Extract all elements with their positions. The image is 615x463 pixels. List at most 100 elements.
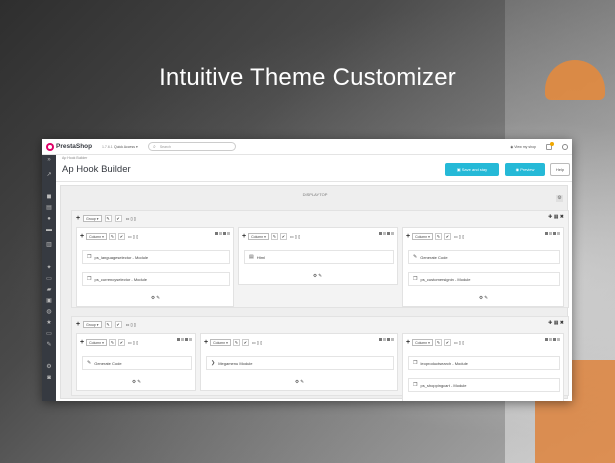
- pencil-icon[interactable]: ✎: [104, 321, 112, 328]
- breadcrumb[interactable]: Ap Hook Builder: [62, 156, 87, 160]
- plus-icon[interactable]: +: [80, 233, 84, 240]
- widget-item[interactable]: ❐ leoproductsearch - Module: [408, 356, 560, 370]
- widget-item[interactable]: ✎ Generate Code: [82, 356, 192, 370]
- preview-button[interactable]: ◉ Preview: [505, 163, 545, 176]
- column-width-controls[interactable]: [545, 232, 560, 235]
- widget-item[interactable]: ❯ Megamenu Module: [206, 356, 394, 370]
- widget-label: Html: [256, 254, 265, 260]
- group-row: + Group ▾ ✎ ✔ ▭ ▯ ▯ ✚ ▦ ✖ + Column ▾ ✎ ✔…: [71, 210, 569, 308]
- column-footer-icons[interactable]: ⚙ ✎: [132, 379, 141, 385]
- check-icon[interactable]: ✔: [443, 339, 451, 346]
- device-icons[interactable]: ▭ ▯ ▯: [126, 322, 136, 327]
- column-width-controls[interactable]: [379, 338, 394, 341]
- device-icons[interactable]: ▭ ▯ ▯: [252, 340, 262, 345]
- widget-item[interactable]: ❐ ps_shoppingcart - Module: [408, 378, 560, 392]
- check-icon[interactable]: ✔: [114, 321, 122, 328]
- orders-icon[interactable]: ◼: [45, 193, 53, 201]
- customers-icon[interactable]: ●: [45, 215, 53, 223]
- pencil-icon[interactable]: ✎: [104, 215, 112, 222]
- hook-title: DISPLAYTOP: [302, 192, 328, 197]
- device-icons[interactable]: ▭ ▯ ▯: [128, 234, 138, 239]
- international-icon[interactable]: ◍: [45, 308, 53, 316]
- stats-icon[interactable]: ▥: [45, 241, 53, 249]
- catalog-icon[interactable]: ▤: [45, 204, 53, 212]
- widget-item[interactable]: ❐ ps_languageselector - Module: [82, 250, 230, 264]
- widget-item[interactable]: ▤ Html: [244, 250, 394, 264]
- plus-icon[interactable]: +: [80, 339, 84, 346]
- check-icon[interactable]: ✔: [117, 233, 125, 240]
- column-footer-icons[interactable]: ⚙ ✎: [151, 295, 160, 301]
- edit-icon[interactable]: ✎: [45, 341, 53, 349]
- device-icons[interactable]: ▭ ▯ ▯: [126, 216, 136, 221]
- column-select[interactable]: Column ▾: [86, 233, 107, 240]
- search-input[interactable]: ⌕ Search: [148, 142, 236, 151]
- pencil-icon[interactable]: ✎: [270, 233, 278, 240]
- settings-icon[interactable]: ⚙: [45, 363, 53, 371]
- pencil-icon[interactable]: ✎: [434, 233, 442, 240]
- version-label: 1.7.6.1: [102, 144, 113, 149]
- service-icon[interactable]: ▬: [45, 226, 53, 234]
- group-select[interactable]: Group ▾: [83, 321, 102, 328]
- folder-icon[interactable]: ▭: [45, 330, 53, 338]
- widget-item[interactable]: ❐ ps_customersignin - Module: [408, 272, 560, 286]
- column-width-controls[interactable]: [545, 338, 560, 341]
- plus-icon[interactable]: +: [242, 233, 246, 240]
- code-icon: ✎: [87, 360, 92, 366]
- check-icon[interactable]: ✔: [241, 339, 249, 346]
- payment-icon[interactable]: ▣: [45, 297, 53, 305]
- group-select[interactable]: Group ▾: [83, 215, 102, 222]
- star-icon[interactable]: ★: [45, 319, 53, 327]
- shipping-icon[interactable]: ▰: [45, 286, 53, 294]
- column-select[interactable]: Column ▾: [86, 339, 107, 346]
- plus-icon[interactable]: +: [76, 215, 80, 222]
- widget-item[interactable]: ❐ ps_currencyselector - Module: [82, 272, 230, 286]
- prestashop-logo[interactable]: PrestaShop: [46, 142, 102, 151]
- pencil-icon[interactable]: ✎: [232, 339, 240, 346]
- check-icon[interactable]: ✔: [114, 215, 122, 222]
- pencil-icon[interactable]: ✎: [434, 339, 442, 346]
- device-icons[interactable]: ▭ ▯ ▯: [454, 234, 464, 239]
- save-and-stay-button[interactable]: ▣ Save and stay: [445, 163, 499, 176]
- device-icons[interactable]: ▭ ▯ ▯: [128, 340, 138, 345]
- notification-badge: [550, 141, 554, 146]
- column-select[interactable]: Column ▾: [210, 339, 231, 346]
- column-footer-icons[interactable]: ⚙ ✎: [479, 295, 488, 301]
- user-icon[interactable]: [562, 143, 568, 150]
- check-icon[interactable]: ✔: [279, 233, 287, 240]
- bell-icon[interactable]: [546, 141, 554, 150]
- column-footer-icons[interactable]: ⚙ ✎: [295, 379, 304, 385]
- column-select[interactable]: Column ▾: [412, 339, 433, 346]
- column-footer-icons[interactable]: ⚙ ✎: [313, 273, 322, 279]
- plus-icon[interactable]: +: [406, 233, 410, 240]
- check-icon[interactable]: ✔: [443, 233, 451, 240]
- view-shop-link[interactable]: ◉ View my shop: [510, 145, 536, 149]
- column-select[interactable]: Column ▾: [248, 233, 269, 240]
- check-icon[interactable]: ✔: [117, 339, 125, 346]
- group-actions[interactable]: ✚ ▦ ✖: [548, 214, 564, 220]
- html-icon: ▤: [249, 254, 254, 260]
- advanced-icon[interactable]: ◙: [45, 374, 53, 382]
- plus-icon[interactable]: +: [406, 339, 410, 346]
- widget-item[interactable]: ✎ Generate Code: [408, 250, 560, 264]
- group-actions[interactable]: ✚ ▦ ✖: [548, 320, 564, 326]
- plus-icon[interactable]: +: [204, 339, 208, 346]
- dashboard-icon[interactable]: ↗: [45, 171, 53, 179]
- pencil-icon[interactable]: ✎: [108, 339, 116, 346]
- pencil-icon[interactable]: ✎: [108, 233, 116, 240]
- gear-icon[interactable]: ⚙: [556, 195, 563, 202]
- quick-access-menu[interactable]: Quick Access ▾: [114, 145, 148, 149]
- column-width-controls[interactable]: [177, 338, 192, 341]
- modules-icon[interactable]: ✦: [45, 264, 53, 272]
- device-icons[interactable]: ▭ ▯ ▯: [290, 234, 300, 239]
- group-row: + Group ▾ ✎ ✔ ▭ ▯ ▯ ✚ ▦ ✖ + Column ▾ ✎ ✔…: [71, 316, 569, 401]
- column-width-controls[interactable]: [379, 232, 394, 235]
- column-width-controls[interactable]: [215, 232, 230, 235]
- column-select[interactable]: Column ▾: [412, 233, 433, 240]
- widget-label: Generate Code: [94, 360, 122, 366]
- hook-builder-area: DISPLAYTOP ⚙ + Group ▾ ✎ ✔ ▭ ▯ ▯ ✚ ▦ ✖ +…: [60, 185, 569, 401]
- help-button[interactable]: Help: [550, 163, 570, 176]
- collapse-icon[interactable]: »: [45, 156, 53, 164]
- design-icon[interactable]: ▭: [45, 275, 53, 283]
- device-icons[interactable]: ▭ ▯ ▯: [454, 340, 464, 345]
- plus-icon[interactable]: +: [76, 321, 80, 328]
